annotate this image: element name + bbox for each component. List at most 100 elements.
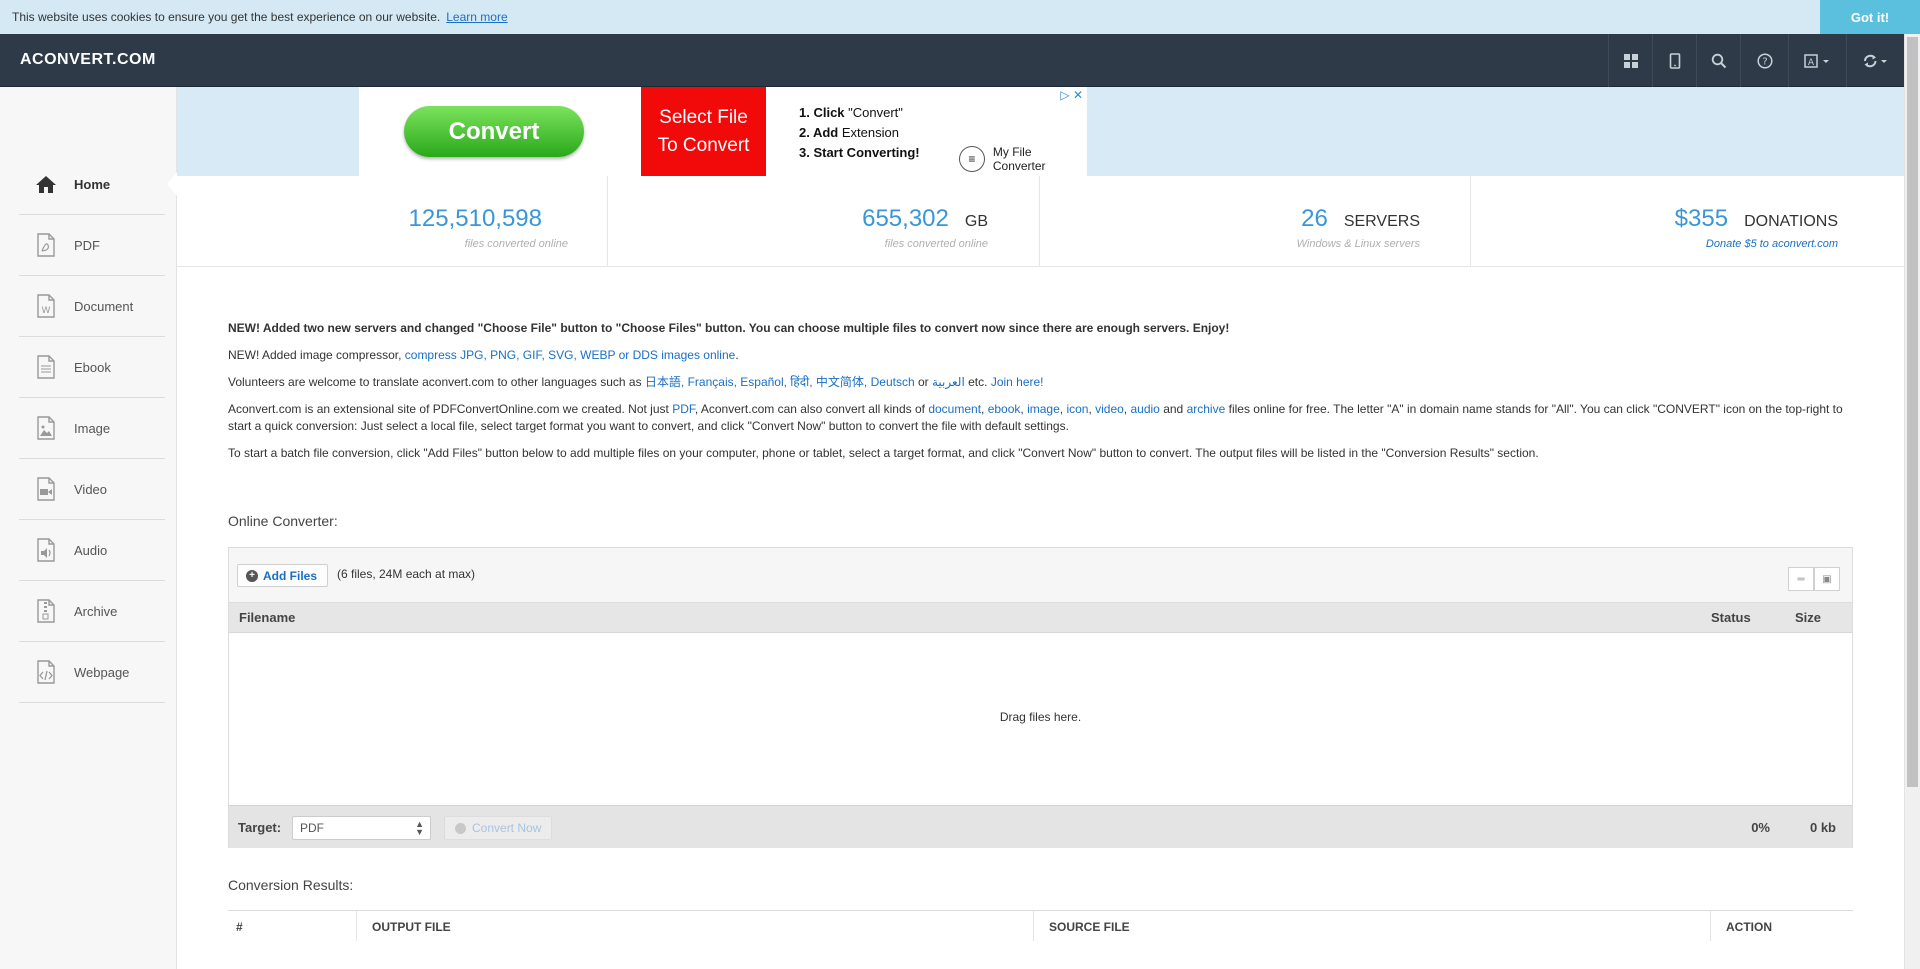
stat-unit: SERVERS (1343, 213, 1420, 230)
convert-now-button[interactable]: Convert Now (444, 816, 553, 840)
document-link[interactable]: document (928, 402, 981, 416)
ad-red-line2: To Convert (657, 135, 750, 156)
document-file-icon: W (33, 293, 59, 319)
icon-link[interactable]: icon (1066, 402, 1088, 416)
webpage-file-icon (33, 659, 59, 685)
audio-link[interactable]: audio (1130, 402, 1159, 416)
archive-link[interactable]: archive (1187, 402, 1226, 416)
sidebar-item-label: Image (74, 420, 111, 436)
convert-icon (455, 822, 466, 834)
sidebar-item-archive[interactable]: Archive (19, 581, 165, 642)
sidebar-item-pdf[interactable]: PDF (19, 215, 165, 276)
conversion-results-title: Conversion Results: (228, 877, 354, 893)
converter-logo-icon: ≡ (959, 146, 985, 172)
stat-servers: 26 SERVERS Windows & Linux servers (1040, 176, 1471, 267)
target-format-select[interactable]: PDF ▲ ▼ (292, 816, 431, 840)
ad-red-box[interactable]: Select File To Convert (641, 87, 766, 176)
learn-more-link[interactable]: Learn more (446, 10, 507, 24)
stat-sub: files converted online (884, 238, 988, 250)
ad-band: Convert Select File To Convert 1. Click … (177, 87, 1904, 176)
news-compressor: NEW! Added image compressor, compress JP… (228, 348, 739, 362)
files-limit-note: (6 files, 24M each at max) (337, 567, 476, 581)
image-file-icon (33, 415, 59, 441)
sidebar-item-image[interactable]: Image (19, 398, 165, 459)
scrollbar-thumb[interactable] (1907, 37, 1918, 787)
select-arrows-icon: ▲ ▼ (415, 819, 424, 837)
stats-bar: 125,510,598 files converted online 655,3… (177, 176, 1904, 267)
file-drop-zone[interactable]: Drag files here. (229, 633, 1852, 805)
results-table-header: # OUTPUT FILE SOURCE FILE ACTION (228, 910, 1853, 941)
compress-images-link[interactable]: compress JPG, PNG, GIF, SVG, WEBP or DDS… (405, 348, 736, 362)
mobile-icon[interactable] (1652, 34, 1696, 87)
target-label: Target: (238, 820, 282, 835)
donate-link[interactable]: Donate $5 to aconvert.com (1706, 238, 1838, 250)
ad-step3: 3. Start Converting! (799, 145, 920, 160)
stat-files-converted: 125,510,598 files converted online (177, 176, 608, 267)
sidebar-item-label: Archive (74, 603, 118, 619)
stat-value: 125,510,598 (408, 205, 542, 232)
add-files-button[interactable]: + Add Files (237, 564, 329, 587)
sidebar-item-home[interactable]: Home (19, 154, 165, 215)
join-here-link[interactable]: Join here! (991, 375, 1044, 389)
archive-file-icon (33, 598, 59, 624)
convert-now-label: Convert Now (472, 821, 542, 835)
col-source-file: SOURCE FILE (1049, 920, 1130, 934)
grid-icon[interactable] (1608, 34, 1652, 87)
ad-convert-button[interactable]: Convert (404, 106, 584, 157)
col-number: # (236, 920, 243, 934)
stat-value: 26 SERVERS (1301, 205, 1420, 232)
column-divider (356, 911, 357, 941)
ad-banner[interactable]: Convert Select File To Convert 1. Click … (359, 87, 1087, 176)
page-scrollbar[interactable] (1904, 34, 1920, 969)
sidebar-item-audio[interactable]: Audio (19, 520, 165, 581)
news-translate: Volunteers are welcome to translate acon… (228, 375, 1044, 389)
ebook-file-icon (33, 354, 59, 380)
col-action: ACTION (1726, 920, 1772, 934)
sidebar-item-webpage[interactable]: Webpage (19, 642, 165, 703)
sidebar-item-label: Ebook (74, 359, 111, 375)
ad-step1-bold: 1. Click (799, 105, 845, 120)
languages-link[interactable]: 日本語, Français, Español, हिंदी, 中文简体, Deu… (645, 375, 915, 389)
thumbnail-view-icon[interactable]: ▣ (1814, 567, 1840, 591)
stat-value: 655,302 GB (862, 205, 988, 232)
video-link[interactable]: video (1095, 402, 1124, 416)
arabic-link[interactable]: العربية (932, 375, 965, 389)
ad-step2-bold: 2. Add (799, 125, 839, 140)
help-icon[interactable]: ? (1740, 34, 1788, 87)
col-status: Status (1711, 610, 1751, 625)
image-link[interactable]: image (1027, 402, 1060, 416)
drag-files-text: Drag files here. (999, 710, 1082, 724)
sidebar-item-label: PDF (74, 237, 100, 253)
online-converter: + Add Files (6 files, 24M each at max) ═… (228, 547, 1853, 848)
total-size: 0 kb (1809, 820, 1836, 835)
got-it-button[interactable]: Got it! (1820, 0, 1920, 34)
sidebar-item-label: Document (74, 298, 134, 314)
list-view-icon[interactable]: ═ (1788, 567, 1814, 591)
sidebar-item-label: Home (74, 176, 111, 192)
sidebar-item-video[interactable]: Video (19, 459, 165, 520)
home-icon (33, 171, 59, 197)
plus-icon: + (246, 569, 258, 582)
online-converter-title: Online Converter: (228, 513, 338, 529)
stat-sub: Windows & Linux servers (1296, 238, 1420, 250)
ebook-link[interactable]: ebook (988, 402, 1021, 416)
language-icon[interactable]: A (1788, 34, 1846, 87)
cookie-bar: This website uses cookies to ensure you … (0, 0, 1920, 34)
ad-steps: 1. Click "Convert" 2. Add Extension 3. S… (799, 103, 920, 163)
news-section: NEW! Added two new servers and changed "… (228, 320, 1853, 472)
search-icon[interactable] (1696, 34, 1740, 87)
converter-toolbar: + Add Files (6 files, 24M each at max) ═… (229, 548, 1852, 602)
ad-step2-rest: Extension (841, 125, 899, 140)
site-logo[interactable]: ACONVERT.COM (20, 51, 156, 69)
pdf-link[interactable]: PDF (672, 402, 695, 416)
stat-donations: $355 DONATIONS Donate $5 to aconvert.com (1471, 176, 1904, 267)
ad-brand-label: My File Converter (992, 145, 1046, 173)
ad-choices-icon[interactable]: ▷ ✕ (1060, 88, 1083, 102)
active-pointer (167, 172, 177, 196)
sidebar-item-document[interactable]: W Document (19, 276, 165, 337)
stat-unit: GB (964, 213, 988, 230)
refresh-icon[interactable] (1846, 34, 1904, 87)
audio-file-icon (33, 537, 59, 563)
view-toggle: ═ ▣ (1788, 567, 1840, 591)
sidebar-item-ebook[interactable]: Ebook (19, 337, 165, 398)
